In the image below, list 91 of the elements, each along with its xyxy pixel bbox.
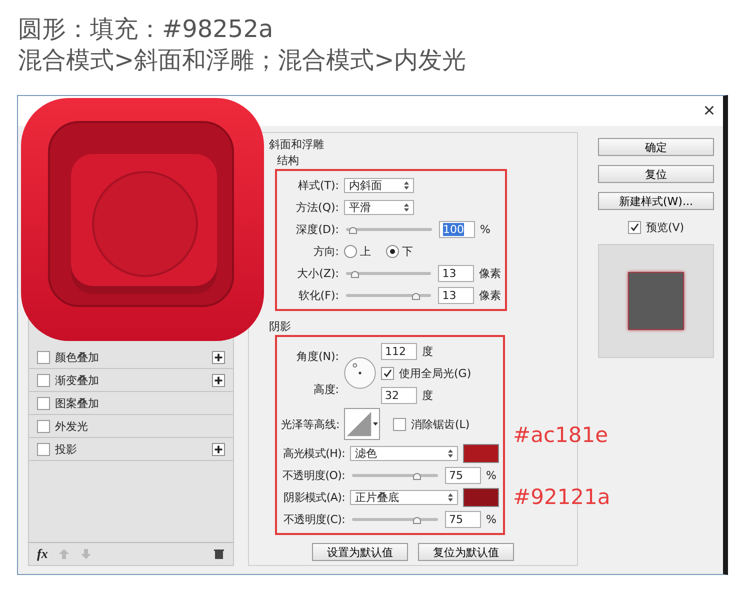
style-label: 外发光 bbox=[55, 418, 89, 434]
blend-mode-dropdown[interactable]: 正片叠底 bbox=[350, 490, 458, 504]
field-label: 高度: bbox=[312, 382, 339, 397]
color-swatch[interactable] bbox=[463, 444, 499, 462]
unit-label: % bbox=[486, 468, 496, 482]
field-label: 软化(F): bbox=[297, 288, 339, 302]
field-label: 高光模式(H): bbox=[282, 446, 345, 460]
preview-swatch bbox=[628, 272, 684, 330]
checkbox[interactable] bbox=[393, 418, 406, 430]
plus-icon[interactable] bbox=[212, 442, 225, 456]
direction-radio[interactable]: 上 bbox=[344, 244, 371, 258]
checkbox[interactable] bbox=[37, 442, 50, 456]
number-field[interactable]: 100 bbox=[439, 220, 475, 238]
caret-icon bbox=[373, 422, 378, 426]
spinner-arrows-icon bbox=[448, 492, 453, 502]
direction-radio[interactable]: 下 bbox=[386, 244, 413, 258]
color-annotation: #ac181e bbox=[513, 423, 610, 447]
style-list-item[interactable]: 颜色叠加 bbox=[29, 346, 233, 369]
section-title: 结构 bbox=[276, 153, 300, 169]
technique-dropdown[interactable]: 平滑 bbox=[344, 200, 414, 214]
unit-label: 像素 bbox=[479, 288, 501, 302]
style-list-item[interactable]: 图案叠加 bbox=[29, 392, 233, 415]
fx-label[interactable]: fx bbox=[37, 546, 48, 562]
radio-label: 下 bbox=[402, 244, 413, 258]
unit-label: 度 bbox=[422, 344, 433, 358]
plus-icon[interactable] bbox=[212, 374, 225, 386]
checkbox[interactable] bbox=[628, 220, 641, 234]
field-label: 不透明度(C): bbox=[282, 512, 345, 526]
field-label: 不透明度(O): bbox=[281, 468, 345, 482]
dialog-button[interactable]: 新建样式(W)... bbox=[598, 192, 714, 210]
slider-thumb[interactable] bbox=[412, 292, 420, 300]
style-list-item[interactable]: 投影 bbox=[29, 438, 233, 461]
opacity-field[interactable]: 75 bbox=[445, 510, 481, 528]
dialog-button[interactable]: 复位 bbox=[598, 165, 714, 183]
number-field[interactable]: 13 bbox=[438, 286, 474, 304]
field-label: 方向: bbox=[312, 244, 339, 258]
field-label: 阴影模式(A): bbox=[282, 490, 345, 504]
spinner-arrows-icon bbox=[448, 448, 453, 458]
checkbox[interactable] bbox=[37, 396, 50, 410]
blend-mode-dropdown[interactable]: 滤色 bbox=[350, 446, 458, 460]
section-title: 阴影 bbox=[268, 319, 292, 335]
style-label: 渐变叠加 bbox=[55, 372, 100, 388]
slider-thumb[interactable] bbox=[350, 270, 359, 278]
section-title: 斜面和浮雕 bbox=[268, 137, 325, 153]
field-label: 深度(D): bbox=[295, 222, 339, 236]
field-label: 样式(T): bbox=[296, 178, 339, 192]
style-label: 颜色叠加 bbox=[55, 350, 100, 364]
style-label: 投影 bbox=[55, 442, 78, 456]
close-button[interactable]: × bbox=[695, 101, 723, 121]
opacity-field[interactable]: 75 bbox=[445, 466, 481, 484]
dialog-button[interactable]: 确定 bbox=[598, 138, 714, 156]
unit-label: % bbox=[480, 222, 490, 236]
spinner-arrows-icon bbox=[404, 202, 409, 212]
style-list-item[interactable]: 渐变叠加 bbox=[29, 369, 233, 392]
altitude-field[interactable]: 32 bbox=[381, 386, 417, 404]
checkbox[interactable] bbox=[381, 366, 394, 380]
checkbox-label: 预览(V) bbox=[646, 220, 684, 234]
radio-circle[interactable] bbox=[344, 244, 357, 258]
default-button[interactable]: 复位为默认值 bbox=[418, 543, 514, 561]
checkbox[interactable] bbox=[37, 350, 50, 364]
slider-thumb[interactable] bbox=[412, 516, 420, 524]
field-label: 大小(Z): bbox=[296, 266, 339, 280]
field-label: 角度(N): bbox=[295, 349, 339, 364]
slider-thumb[interactable] bbox=[348, 226, 357, 234]
field-label: 光泽等高线: bbox=[281, 416, 339, 432]
slider-thumb[interactable] bbox=[412, 472, 420, 480]
plus-icon[interactable] bbox=[212, 350, 225, 364]
checkbox[interactable] bbox=[37, 420, 50, 432]
checkbox-label: 使用全局光(G) bbox=[399, 366, 472, 380]
style-list-item[interactable]: 外发光 bbox=[29, 415, 233, 438]
radio-circle[interactable] bbox=[386, 244, 399, 258]
angle-field[interactable]: 112 bbox=[381, 342, 417, 360]
contour-curve-icon bbox=[345, 410, 373, 438]
default-button[interactable]: 设置为默认值 bbox=[312, 543, 408, 561]
color-swatch[interactable] bbox=[463, 488, 499, 506]
color-annotation: #92121a bbox=[513, 485, 610, 509]
unit-label: % bbox=[486, 512, 496, 526]
spinner-arrows-icon bbox=[404, 180, 409, 190]
style-label: 图案叠加 bbox=[55, 396, 100, 410]
trash-icon[interactable] bbox=[213, 548, 225, 560]
number-field[interactable]: 13 bbox=[438, 264, 474, 282]
checkbox-label: 消除锯齿(L) bbox=[411, 416, 470, 432]
field-label: 方法(Q): bbox=[295, 200, 339, 214]
unit-label: 像素 bbox=[479, 266, 501, 280]
caption-text: 圆形：填充：#98252a bbox=[18, 14, 274, 45]
style-dropdown[interactable]: 内斜面 bbox=[344, 178, 414, 192]
checkbox[interactable] bbox=[37, 374, 50, 386]
contour-picker[interactable] bbox=[344, 408, 380, 440]
unit-label: 度 bbox=[422, 388, 433, 402]
radio-label: 上 bbox=[360, 244, 371, 258]
caption-text: 混合模式>斜面和浮雕；混合模式>内发光 bbox=[18, 45, 468, 76]
